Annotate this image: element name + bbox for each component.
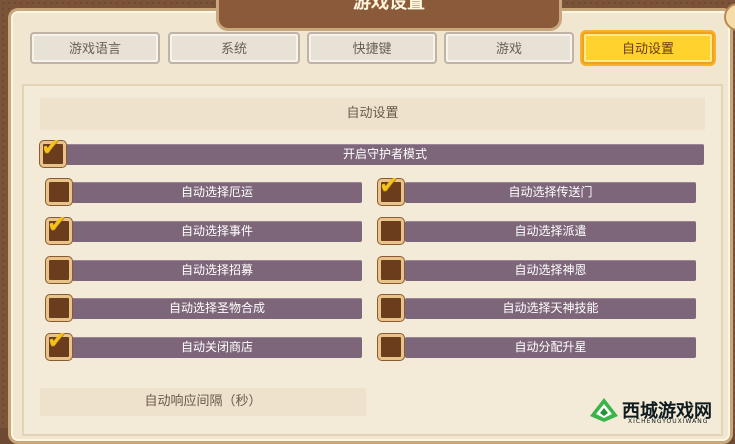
tab-system[interactable]: 系统: [168, 32, 300, 64]
option-checkbox-close-shop[interactable]: ✔: [46, 326, 72, 360]
tab-hotkeys[interactable]: 快捷键: [307, 32, 437, 64]
checkmark-icon: ✔: [47, 326, 68, 354]
tab-language[interactable]: 游戏语言: [30, 32, 160, 64]
option-label: 自动选择派遣: [514, 224, 587, 238]
master-option-label: 开启守护者模式: [342, 147, 427, 161]
option-label: 自动选择事件: [180, 224, 253, 238]
checkmark-icon: ✔: [47, 210, 68, 238]
watermark-sub: XICHENGYOUXIWANG: [628, 418, 709, 425]
option-checkbox-divine-favor[interactable]: ✔: [378, 257, 404, 283]
option-checkbox-god-skill[interactable]: ✔: [378, 295, 404, 321]
option-bar-relic-merge[interactable]: 自动选择圣物合成: [72, 298, 362, 319]
option-bar-star-up[interactable]: 自动分配升星: [405, 337, 696, 358]
checkmark-icon: ✔: [41, 133, 62, 161]
option-bar-close-shop[interactable]: 自动关闭商店: [72, 337, 362, 358]
option-checkbox-doom[interactable]: ✔: [46, 179, 72, 205]
option-label: 自动关闭商店: [180, 340, 253, 354]
option-bar-god-skill[interactable]: 自动选择天神技能: [405, 298, 696, 319]
option-label: 自动选择招募: [180, 263, 253, 277]
option-checkbox-dispatch[interactable]: ✔: [378, 218, 404, 244]
window-title: 游戏设置: [353, 0, 425, 13]
option-bar-doom[interactable]: 自动选择厄运: [72, 182, 362, 203]
master-option-bar[interactable]: 开启守护者模式: [66, 144, 704, 165]
option-label: 自动选择传送门: [508, 185, 593, 199]
option-label: 自动选择厄运: [180, 185, 253, 199]
close-button[interactable]: [724, 3, 735, 31]
option-checkbox-event[interactable]: ✔: [46, 210, 72, 244]
option-checkbox-star-up[interactable]: ✔: [378, 334, 404, 360]
option-checkbox-portal[interactable]: ✔: [378, 171, 404, 205]
option-bar-divine-favor[interactable]: 自动选择神恩: [405, 260, 696, 281]
checkmark-icon: ✔: [379, 171, 400, 199]
option-label: 自动分配升星: [514, 340, 587, 354]
tab-auto-settings[interactable]: 自动设置: [582, 32, 714, 64]
option-label: 自动选择天神技能: [502, 301, 599, 315]
option-bar-recruit[interactable]: 自动选择招募: [72, 260, 362, 281]
watermark-logo-icon: [590, 398, 618, 422]
title-plaque: 游戏设置: [216, 0, 562, 31]
option-bar-event[interactable]: 自动选择事件: [72, 221, 362, 242]
option-label: 自动选择圣物合成: [168, 301, 265, 315]
option-bar-portal[interactable]: 自动选择传送门: [405, 182, 696, 203]
watermark: 西城游戏网 XICHENGYOUXIWANG: [588, 396, 735, 428]
section-title: 自动设置: [40, 98, 705, 130]
option-checkbox-relic-merge[interactable]: ✔: [46, 295, 72, 321]
option-bar-dispatch[interactable]: 自动选择派遣: [405, 221, 696, 242]
option-label: 自动选择神恩: [514, 263, 587, 277]
master-option-checkbox[interactable]: ✔: [40, 133, 66, 167]
option-checkbox-recruit[interactable]: ✔: [46, 257, 72, 283]
tab-game[interactable]: 游戏: [444, 32, 574, 64]
response-interval-label: 自动响应间隔（秒）: [40, 388, 366, 416]
